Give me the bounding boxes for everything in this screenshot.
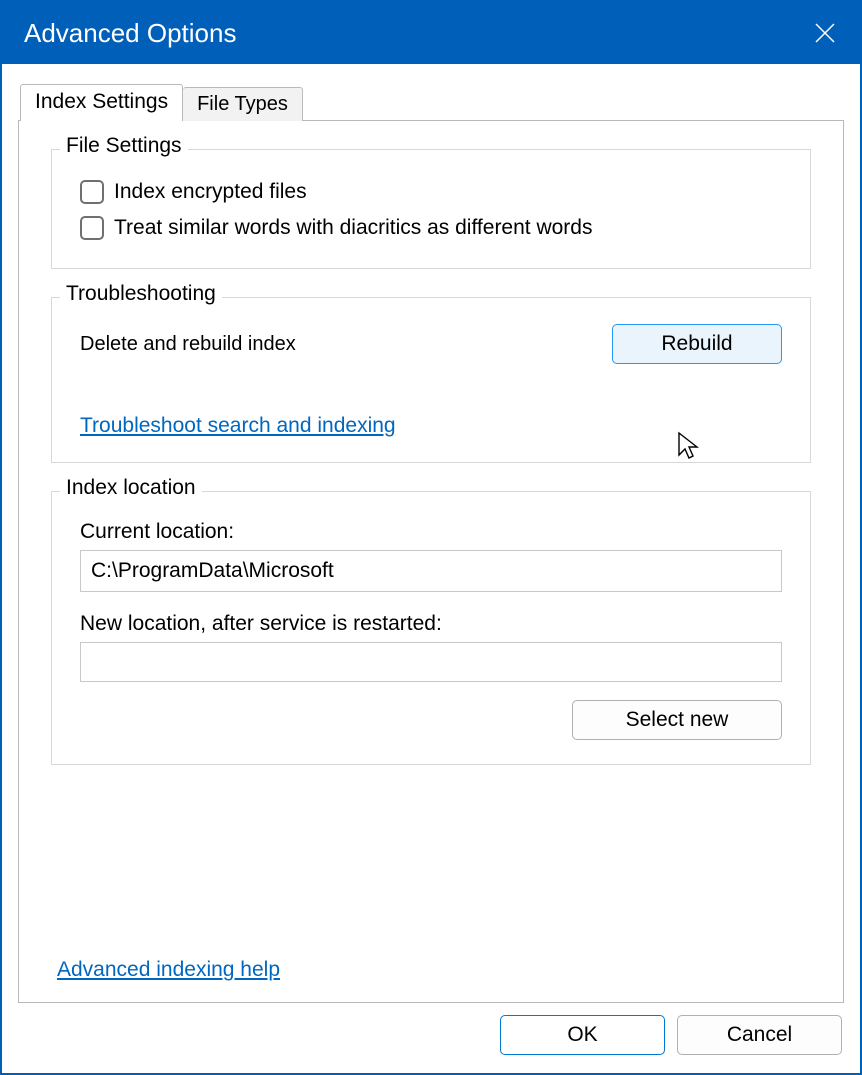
tab-index-settings[interactable]: Index Settings xyxy=(20,84,183,121)
legend-troubleshooting: Troubleshooting xyxy=(60,282,222,306)
field-new-location[interactable] xyxy=(80,642,782,682)
tab-file-types[interactable]: File Types xyxy=(183,87,303,121)
legend-index-location: Index location xyxy=(60,476,202,500)
ok-button[interactable]: OK xyxy=(500,1015,665,1055)
tab-panel-index-settings: File Settings Index encrypted files Trea… xyxy=(18,120,844,1003)
label-current-location: Current location: xyxy=(80,520,782,544)
label-diacritics: Treat similar words with diacritics as d… xyxy=(114,216,592,240)
cancel-button[interactable]: Cancel xyxy=(677,1015,842,1055)
label-delete-rebuild: Delete and rebuild index xyxy=(80,333,296,356)
field-current-location: C:\ProgramData\Microsoft xyxy=(80,550,782,592)
close-button[interactable] xyxy=(790,2,860,64)
window-title: Advanced Options xyxy=(24,18,236,49)
advanced-help-link[interactable]: Advanced indexing help xyxy=(57,958,280,982)
titlebar: Advanced Options xyxy=(2,2,860,64)
row-diacritics: Treat similar words with diacritics as d… xyxy=(80,216,782,240)
advanced-options-window: Advanced Options Index Settings File Typ… xyxy=(0,0,862,1075)
dialog-button-row: OK Cancel xyxy=(10,1003,852,1065)
row-index-encrypted: Index encrypted files xyxy=(80,180,782,204)
troubleshoot-link[interactable]: Troubleshoot search and indexing xyxy=(80,414,396,438)
tab-strip: Index Settings File Types xyxy=(10,84,852,121)
group-file-settings: File Settings Index encrypted files Trea… xyxy=(51,149,811,269)
label-index-encrypted: Index encrypted files xyxy=(114,180,307,204)
checkbox-index-encrypted[interactable] xyxy=(80,180,104,204)
group-index-location: Index location Current location: C:\Prog… xyxy=(51,491,811,765)
checkbox-diacritics[interactable] xyxy=(80,216,104,240)
select-new-button[interactable]: Select new xyxy=(572,700,782,740)
group-troubleshooting: Troubleshooting Delete and rebuild index… xyxy=(51,297,811,463)
rebuild-button[interactable]: Rebuild xyxy=(612,324,782,364)
legend-file-settings: File Settings xyxy=(60,134,188,158)
label-new-location: New location, after service is restarted… xyxy=(80,612,782,636)
close-icon xyxy=(814,22,836,44)
client-area: Index Settings File Types File Settings … xyxy=(2,64,860,1073)
